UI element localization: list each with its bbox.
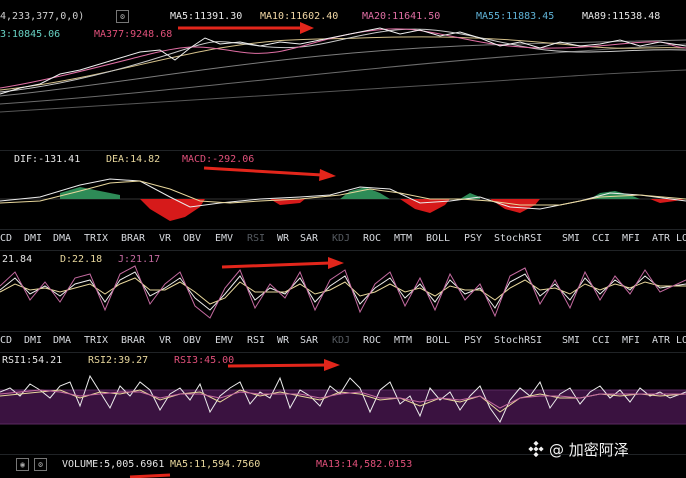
tab-boll[interactable]: BOLL xyxy=(426,233,450,244)
tab-cd[interactable]: CD xyxy=(0,335,12,346)
rsi-chart xyxy=(0,359,686,425)
tab-dma[interactable]: DMA xyxy=(53,335,71,346)
annotation-arrow xyxy=(227,363,327,368)
macd-chart xyxy=(0,166,686,221)
rsi-pane[interactable]: RSI1:54.21 RSI2:39.27 RSI3:45.00 xyxy=(0,352,686,436)
tab-smi[interactable]: SMI xyxy=(562,233,580,244)
tab-dma[interactable]: DMA xyxy=(53,233,71,244)
tab-brar[interactable]: BRAR xyxy=(121,233,145,244)
indicator-tab-bar-2: CD DMI DMA TRIX BRAR VR OBV EMV RSI WR S… xyxy=(0,331,686,353)
tab-wr[interactable]: WR xyxy=(277,233,289,244)
tab-brar[interactable]: BRAR xyxy=(121,335,145,346)
tab-dmi[interactable]: DMI xyxy=(24,335,42,346)
tab-roc[interactable]: ROC xyxy=(363,233,381,244)
tab-stochrsi[interactable]: StochRSI xyxy=(494,335,542,346)
d-line xyxy=(0,277,686,305)
price-chart xyxy=(0,22,686,113)
tab-smi[interactable]: SMI xyxy=(562,335,580,346)
tab-psy[interactable]: PSY xyxy=(464,233,482,244)
watermark: @ 加密阿泽 xyxy=(528,438,629,460)
tab-emv[interactable]: EMV xyxy=(215,335,233,346)
ma-line xyxy=(0,69,686,113)
tab-cci[interactable]: CCI xyxy=(592,233,610,244)
annotation-arrowhead xyxy=(328,257,344,269)
tab-sar[interactable]: SAR xyxy=(300,233,318,244)
macd-pane[interactable]: DIF:-131.41 DEA:14.82 MACD:-292.06 xyxy=(0,150,686,231)
tab-boll[interactable]: BOLL xyxy=(426,335,450,346)
ma-line xyxy=(0,43,686,105)
tab-emv[interactable]: EMV xyxy=(215,233,233,244)
price-line xyxy=(0,27,686,95)
tab-roc[interactable]: ROC xyxy=(363,335,381,346)
annotation-arrow xyxy=(203,166,323,177)
tab-sar[interactable]: SAR xyxy=(300,335,318,346)
tab-cd[interactable]: CD xyxy=(0,233,12,244)
tab-mfi[interactable]: MFI xyxy=(622,335,640,346)
annotation-arrowhead xyxy=(324,359,340,371)
tab-lo[interactable]: LO xyxy=(676,335,686,346)
binance-logo-icon xyxy=(528,441,544,457)
tab-obv[interactable]: OBV xyxy=(183,233,201,244)
tab-mtm[interactable]: MTM xyxy=(394,335,412,346)
tab-trix[interactable]: TRIX xyxy=(84,335,108,346)
tab-lo[interactable]: LO xyxy=(676,233,686,244)
tab-atr[interactable]: ATR xyxy=(652,335,670,346)
tab-psy[interactable]: PSY xyxy=(464,335,482,346)
tab-kdj[interactable]: KDJ xyxy=(332,335,350,346)
indicator-tab-bar: CD DMI DMA TRIX BRAR VR OBV EMV RSI WR S… xyxy=(0,229,686,251)
tab-vr[interactable]: VR xyxy=(159,233,171,244)
rsi-band xyxy=(0,390,686,424)
tab-stochrsi[interactable]: StochRSI xyxy=(494,233,542,244)
annotation-arrowhead xyxy=(319,169,336,181)
watermark-text: @ 加密阿泽 xyxy=(549,440,629,459)
tab-mtm[interactable]: MTM xyxy=(394,233,412,244)
tab-rsi[interactable]: RSI xyxy=(247,233,265,244)
tab-rsi[interactable]: RSI xyxy=(247,335,265,346)
ma-line xyxy=(0,39,686,97)
tab-cci[interactable]: CCI xyxy=(592,335,610,346)
kdj-chart xyxy=(0,257,686,319)
tab-dmi[interactable]: DMI xyxy=(24,233,42,244)
tab-atr[interactable]: ATR xyxy=(652,233,670,244)
main-price-pane[interactable]: 4,233,377,0,0) ⚙ MA5:11391.30 MA10:11602… xyxy=(0,0,686,150)
tab-kdj[interactable]: KDJ xyxy=(332,233,350,244)
ma-line xyxy=(0,28,686,89)
tab-obv[interactable]: OBV xyxy=(183,335,201,346)
annotation-arrow xyxy=(221,261,331,269)
annotation-arrowhead xyxy=(300,22,314,34)
macd-histogram xyxy=(60,187,686,221)
tab-mfi[interactable]: MFI xyxy=(622,233,640,244)
tab-vr[interactable]: VR xyxy=(159,335,171,346)
tab-trix[interactable]: TRIX xyxy=(84,233,108,244)
kdj-pane[interactable]: 21.84 D:22.18 J:21.17 xyxy=(0,250,686,334)
tab-wr[interactable]: WR xyxy=(277,335,289,346)
